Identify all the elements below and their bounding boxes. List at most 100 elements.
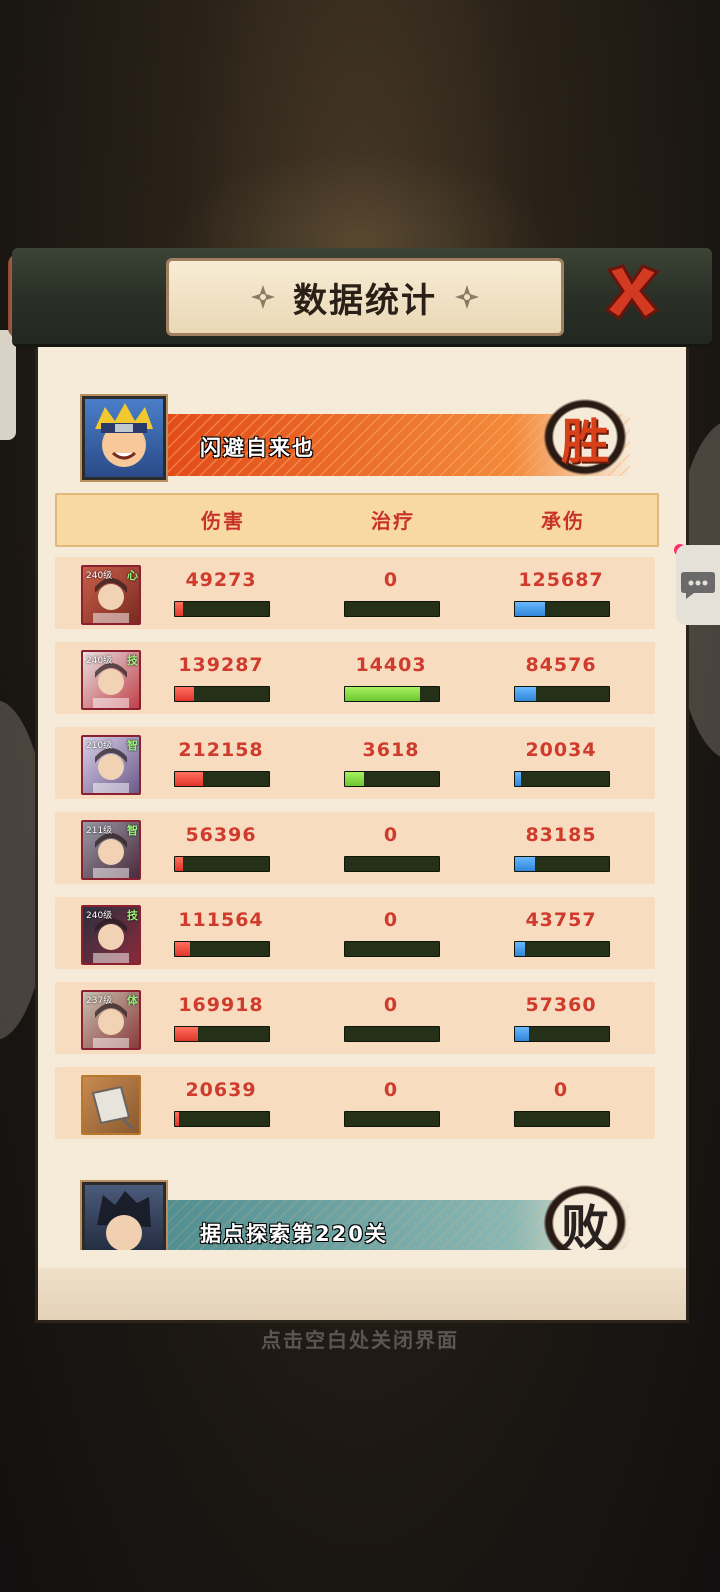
damage-taken-bar (514, 1111, 610, 1127)
damage-bar (174, 771, 270, 787)
damage-taken-bar (514, 601, 610, 617)
damage-bar-fill (175, 772, 204, 786)
stats-row: 237级 体 169918 0 57360 (55, 982, 655, 1054)
shuriken-icon (251, 285, 275, 309)
damage-taken-value: 84576 (525, 654, 597, 676)
winner-banner: 闪避自来也 胜 (70, 392, 650, 482)
damage-taken-bar-fill (515, 687, 536, 701)
attribute-label: 心 (127, 569, 138, 582)
damage-value: 139287 (178, 654, 264, 676)
damage-taken-value: 83185 (525, 824, 597, 846)
defeat-badge: 败 (536, 1178, 634, 1250)
damage-taken-bar-fill (515, 942, 526, 956)
attribute-label: 智 (127, 739, 138, 752)
column-damage: 伤害 (201, 509, 245, 533)
damage-value: 169918 (178, 994, 264, 1016)
loser-name: 据点探索第220关 (200, 1222, 388, 1246)
item-portrait (81, 1075, 141, 1135)
stats-row: 240级 技 139287 14403 84576 (55, 642, 655, 714)
damage-bar (174, 1026, 270, 1042)
heal-value: 0 (383, 569, 399, 591)
loser-banner: 据点探索第220关 败 (70, 1178, 650, 1250)
damage-value: 56396 (185, 824, 257, 846)
ninja-portrait: 240级 技 (81, 905, 141, 965)
damage-taken-bar (514, 1026, 610, 1042)
ninja-portrait: 240级 技 (81, 650, 141, 710)
loser-banner-clip: 据点探索第220关 败 (38, 1150, 686, 1250)
heal-value: 3618 (362, 739, 420, 761)
damage-taken-bar-fill (515, 1027, 530, 1041)
damage-taken-bar-fill (515, 857, 535, 871)
heal-bar (344, 1111, 440, 1127)
ninja-portrait: 237级 体 (81, 990, 141, 1050)
attribute-label: 技 (127, 909, 138, 922)
victory-label: 胜 (560, 414, 609, 470)
scroll-item-icon (91, 1085, 135, 1131)
damage-value: 20639 (185, 1079, 257, 1101)
damage-bar (174, 941, 270, 957)
damage-bar-fill (175, 602, 183, 616)
damage-taken-value: 125687 (518, 569, 604, 591)
shuriken-icon (455, 285, 479, 309)
damage-bar (174, 1111, 270, 1127)
damage-taken-value: 0 (553, 1079, 569, 1101)
damage-taken-bar-fill (515, 602, 546, 616)
dialog-title: 数据统计 (293, 280, 437, 321)
heal-value: 0 (383, 824, 399, 846)
chat-button[interactable] (676, 545, 720, 625)
ninja-portrait: 211级 智 (81, 820, 141, 880)
damage-taken-value: 43757 (525, 909, 597, 931)
victory-badge: 胜 (536, 392, 634, 482)
chat-bubble-icon (681, 572, 715, 599)
winner-avatar (82, 396, 166, 480)
stats-row: 211级 智 56396 0 83185 (55, 812, 655, 884)
heal-bar (344, 771, 440, 787)
stats-row: 20639 0 0 (55, 1067, 655, 1139)
side-drawer-tab[interactable] (0, 330, 16, 440)
stats-header-row: 伤害 治疗 承伤 (55, 493, 659, 547)
damage-bar-fill (175, 942, 191, 956)
ninja-portrait: 240级 心 (81, 565, 141, 625)
heal-value: 0 (383, 1079, 399, 1101)
damage-bar-fill (175, 687, 194, 701)
damage-bar-fill (175, 857, 183, 871)
close-icon (604, 264, 660, 321)
damage-taken-bar (514, 941, 610, 957)
level-label: 240级 (86, 571, 113, 581)
heal-bar (344, 1026, 440, 1042)
damage-taken-value: 57360 (525, 994, 597, 1016)
level-label: 237级 (86, 996, 113, 1006)
title-plate: 数据统计 (166, 258, 564, 336)
damage-bar-fill (175, 1112, 179, 1126)
attribute-label: 智 (127, 824, 138, 837)
heal-bar-fill (345, 772, 364, 786)
close-hint[interactable]: 点击空白处关闭界面 (0, 1324, 720, 1353)
level-label: 240级 (86, 911, 113, 921)
damage-value: 111564 (178, 909, 264, 931)
heal-bar-fill (345, 687, 421, 701)
level-label: 210级 (86, 741, 113, 751)
heal-value: 14403 (355, 654, 427, 676)
heal-bar (344, 686, 440, 702)
stats-row: 240级 技 111564 0 43757 (55, 897, 655, 969)
damage-taken-value: 20034 (525, 739, 597, 761)
damage-taken-bar (514, 856, 610, 872)
level-label: 211级 (86, 826, 113, 836)
column-damage-taken: 承伤 (541, 509, 585, 533)
heal-bar (344, 856, 440, 872)
close-button[interactable] (596, 256, 668, 326)
attribute-label: 技 (127, 654, 138, 667)
damage-bar (174, 601, 270, 617)
damage-taken-bar-fill (515, 772, 521, 786)
damage-bar-fill (175, 1027, 198, 1041)
stats-row: 240级 心 49273 0 125687 (55, 557, 655, 629)
ninja-portrait-icon (97, 1191, 151, 1250)
heal-bar (344, 941, 440, 957)
damage-value: 49273 (185, 569, 257, 591)
column-heal: 治疗 (371, 509, 415, 533)
damage-taken-bar (514, 686, 610, 702)
loser-avatar (82, 1182, 166, 1250)
heal-value: 0 (383, 909, 399, 931)
damage-bar (174, 856, 270, 872)
damage-bar (174, 686, 270, 702)
